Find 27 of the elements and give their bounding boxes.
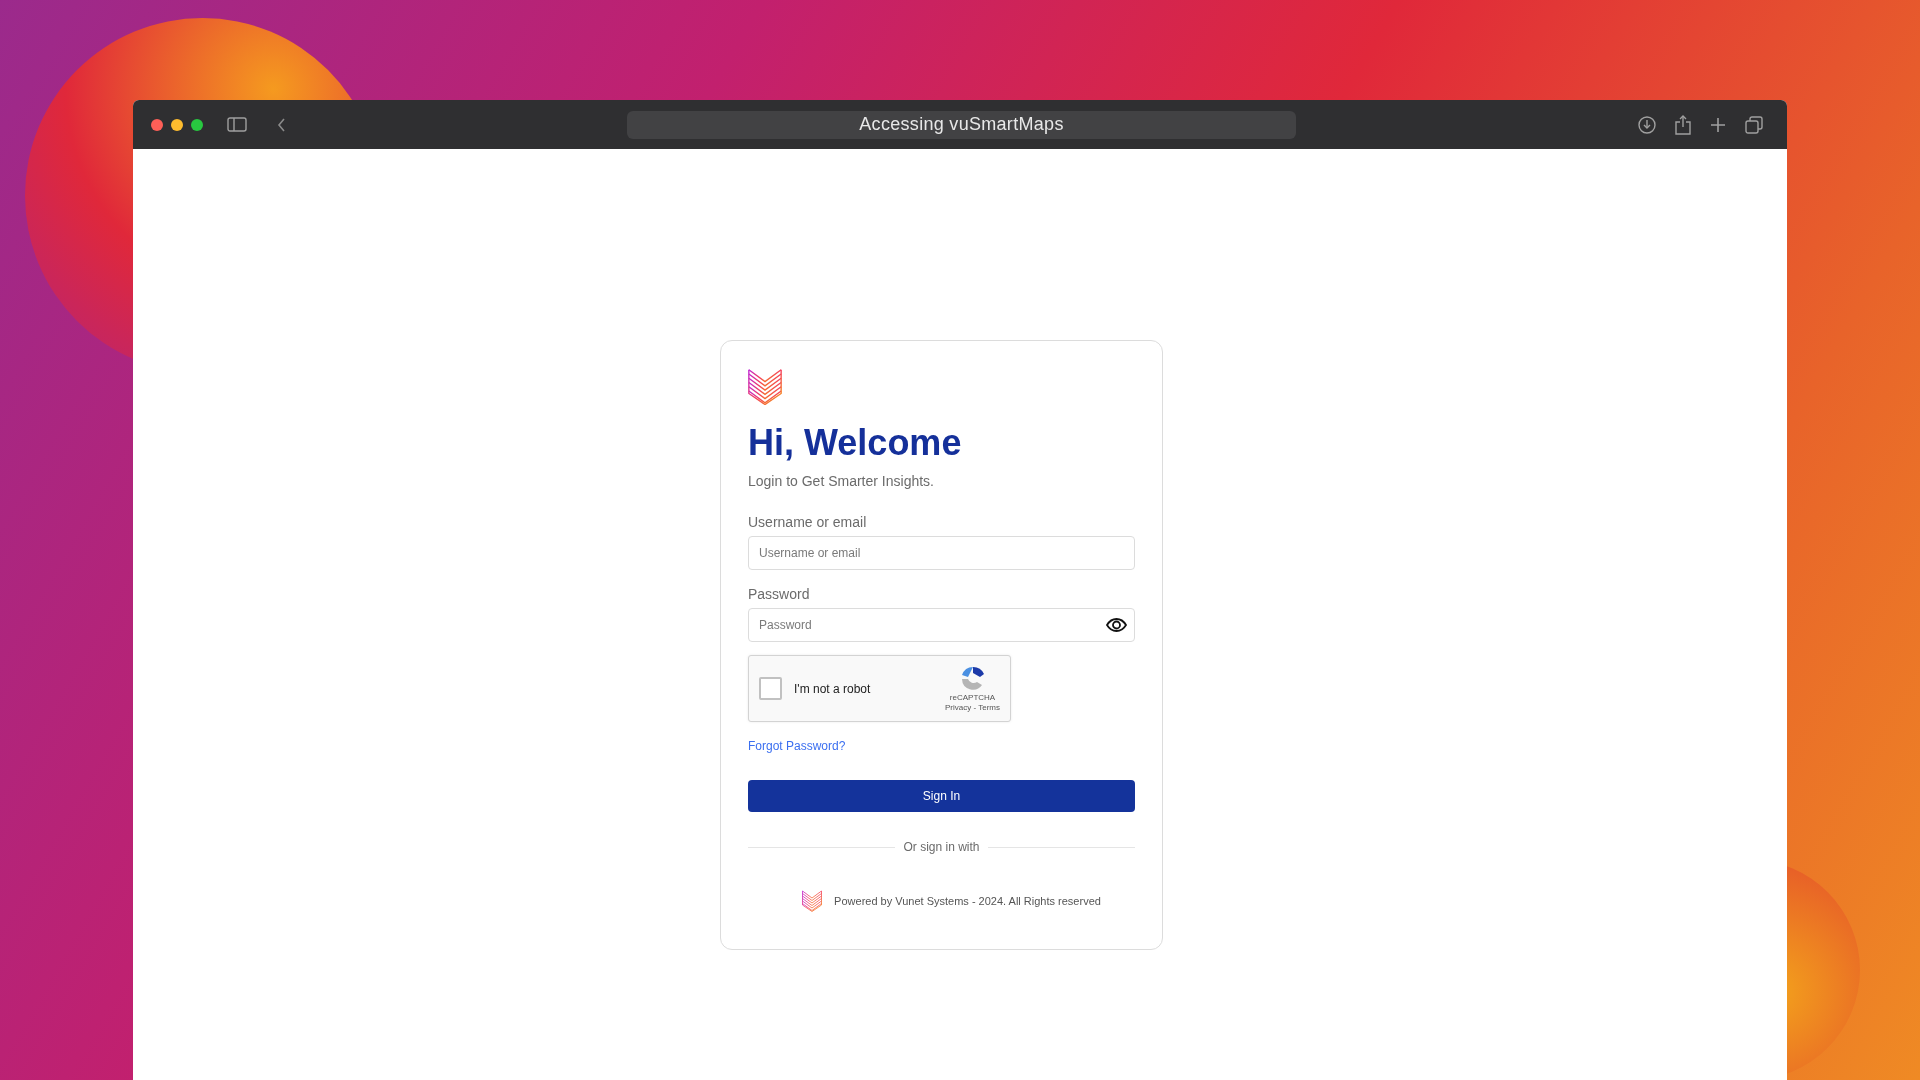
eye-icon[interactable] (1106, 618, 1127, 633)
back-icon[interactable] (277, 117, 286, 132)
footer-text: Powered by Vunet Systems - 2024. All Rights reserved (834, 894, 1101, 910)
maximize-window-button[interactable] (191, 118, 203, 131)
minimize-window-button[interactable] (171, 118, 183, 131)
sidebar-icon[interactable] (227, 117, 247, 132)
captcha-checkbox[interactable] (759, 677, 782, 701)
input-field[interactable]: Username or email (748, 536, 1135, 571)
captcha-links[interactable]: Privacy - Terms (945, 702, 1000, 713)
subtitle-text: Login to Get Smarter Insights. (748, 472, 935, 492)
field-label: Username or email (748, 513, 868, 533)
welcome-heading: Hi, Welcome (748, 421, 963, 466)
share-icon[interactable] (1675, 114, 1691, 135)
tabs-icon[interactable] (1745, 115, 1763, 134)
sign-in-button[interactable]: Sign In (748, 780, 1135, 813)
field-label: Password (748, 585, 811, 605)
close-window-button[interactable] (151, 118, 163, 131)
logo-icon (748, 368, 782, 406)
forgot-password-link[interactable]: Forgot Password? (748, 737, 846, 756)
captcha-label: I'm not a robot (794, 680, 871, 698)
download-icon[interactable] (1638, 115, 1656, 134)
divider-text: Or sign in with (903, 839, 980, 857)
address-bar[interactable]: Accessing vuSmartMaps (627, 110, 1296, 139)
captcha-brand: reCAPTCHA (949, 692, 996, 703)
plus-icon[interactable] (1710, 116, 1726, 133)
logo-icon (802, 890, 823, 913)
input-field[interactable]: Password (748, 608, 1135, 643)
